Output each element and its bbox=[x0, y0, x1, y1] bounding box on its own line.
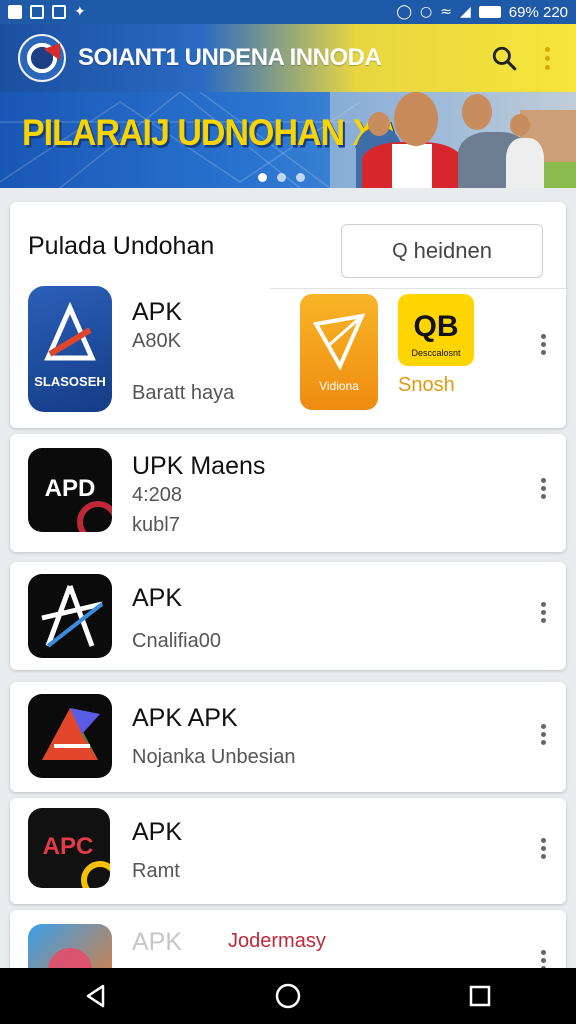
overflow-menu-button[interactable] bbox=[528, 34, 576, 82]
app-icon bbox=[28, 924, 112, 968]
more-vert-icon bbox=[544, 46, 550, 70]
notification-image-icon bbox=[8, 5, 22, 19]
list-item[interactable]: APK Cnalifia00 bbox=[10, 562, 566, 670]
swirl-logo-icon bbox=[48, 948, 92, 968]
banner-person-main-head bbox=[394, 92, 438, 146]
alarm-icon: ○ bbox=[420, 4, 433, 20]
app-name: UPK Maens bbox=[132, 452, 266, 480]
banner-person-head bbox=[368, 112, 390, 136]
banner-person-shirt bbox=[392, 144, 432, 188]
apc-logo-icon: APC bbox=[43, 833, 110, 888]
app-desc: Jodermasy bbox=[228, 930, 326, 952]
signal-icon: ◢ bbox=[460, 4, 471, 20]
pager-dot[interactable] bbox=[296, 173, 305, 182]
more-vert-icon[interactable] bbox=[537, 476, 549, 501]
search-placeholder: heidnen bbox=[413, 238, 492, 263]
app-logo[interactable] bbox=[18, 34, 66, 82]
system-nav-bar bbox=[0, 968, 576, 1024]
banner-person-right-head bbox=[462, 94, 492, 130]
qb-logo-icon: QB Desccalosnt bbox=[411, 310, 461, 358]
svg-text:APC: APC bbox=[43, 833, 94, 860]
search-icon-small: Q bbox=[392, 239, 408, 262]
star-logo-icon bbox=[41, 585, 104, 648]
app-icon: APC bbox=[28, 808, 110, 888]
app-desc: Nojanka Unbesian bbox=[132, 746, 296, 768]
colorful-triangle-icon bbox=[42, 708, 100, 760]
banner-headline: PILARAIJ UDNOHAN XA bbox=[22, 112, 399, 154]
featured-card: Pulada Undohan Q heidnen SLASOSEH APK A8… bbox=[10, 202, 566, 428]
svg-text:SLASOSEH: SLASOSEH bbox=[34, 374, 106, 389]
more-vert-icon[interactable] bbox=[537, 948, 549, 968]
recents-button[interactable] bbox=[450, 968, 510, 1024]
divider bbox=[270, 288, 566, 289]
list-item[interactable]: APK Jodermasy bbox=[10, 910, 566, 968]
app-desc: Cnalifia00 bbox=[132, 630, 221, 652]
banner-pager[interactable] bbox=[258, 173, 305, 182]
home-icon bbox=[275, 983, 301, 1009]
app-name: APK bbox=[132, 818, 183, 846]
section-search-input[interactable]: Q heidnen bbox=[341, 224, 543, 278]
app-icon bbox=[28, 574, 112, 658]
banner-person-far-head bbox=[510, 114, 530, 136]
app-title: SOIANT1 UNDENA INNODA bbox=[78, 44, 382, 71]
svg-text:Desccalosnt: Desccalosnt bbox=[411, 348, 461, 358]
search-icon bbox=[492, 46, 517, 71]
wifi-icon: ≈ bbox=[440, 4, 452, 20]
recents-icon bbox=[469, 985, 491, 1007]
app-name: APK APK bbox=[132, 704, 238, 732]
apd-logo-icon: APD bbox=[45, 475, 112, 532]
app-icon-featured-2[interactable]: Vidiona bbox=[300, 294, 378, 410]
more-vert-icon[interactable] bbox=[537, 836, 549, 861]
list-item[interactable]: APD UPK Maens 4:208 kubl7 bbox=[10, 434, 566, 552]
app-size: A80K bbox=[132, 330, 181, 352]
app-icon: APD bbox=[28, 448, 112, 532]
more-vert-icon[interactable] bbox=[537, 600, 549, 625]
app-desc: Ramt bbox=[132, 860, 180, 882]
svg-text:Vidiona: Vidiona bbox=[319, 379, 359, 393]
promo-banner[interactable]: PILARAIJ UDNOHAN XA bbox=[0, 92, 576, 188]
content-list[interactable]: Pulada Undohan Q heidnen SLASOSEH APK A8… bbox=[0, 188, 576, 968]
search-button[interactable] bbox=[480, 34, 528, 82]
section-title: Pulada Undohan bbox=[28, 232, 215, 260]
pager-dot[interactable] bbox=[258, 173, 267, 182]
battery-icon bbox=[478, 6, 501, 18]
app-caption: Snosh bbox=[398, 374, 455, 396]
notification-app-icon bbox=[52, 5, 66, 19]
svg-text:QB: QB bbox=[414, 310, 459, 343]
do-not-disturb-icon: ◯ bbox=[396, 4, 413, 20]
status-text: 69% 220 bbox=[508, 3, 568, 21]
paper-plane-icon: Vidiona bbox=[312, 313, 366, 393]
notification-gallery-icon bbox=[30, 5, 44, 19]
back-icon bbox=[86, 984, 105, 1008]
back-button[interactable] bbox=[66, 968, 126, 1024]
app-icon bbox=[28, 694, 112, 778]
svg-text:APD: APD bbox=[45, 475, 96, 502]
pager-dot[interactable] bbox=[277, 173, 286, 182]
twitter-icon: ✦ bbox=[74, 4, 86, 20]
app-desc: kubl7 bbox=[132, 514, 180, 536]
app-icon-featured-3[interactable]: QB Desccalosnt bbox=[398, 294, 474, 366]
app-bar: SOIANT1 UNDENA INNODA bbox=[0, 24, 576, 92]
banner-person-far bbox=[506, 138, 544, 188]
triangle-logo-icon: SLASOSEH bbox=[34, 301, 106, 389]
app-meta: 4:208 bbox=[132, 484, 183, 506]
app-name: APK bbox=[132, 584, 183, 612]
app-name: APK bbox=[132, 298, 183, 326]
app-icon-featured-1[interactable]: SLASOSEH bbox=[28, 286, 112, 412]
status-bar: ✦ ◯ ○ ≈ ◢ 69% 220 bbox=[0, 0, 576, 24]
list-item[interactable]: APC APK Ramt bbox=[10, 798, 566, 904]
app-desc: Baratt haya bbox=[132, 382, 235, 404]
more-vert-icon[interactable] bbox=[537, 332, 549, 357]
home-button[interactable] bbox=[258, 968, 318, 1024]
app-name: APK bbox=[132, 928, 183, 956]
list-item[interactable]: APK APK Nojanka Unbesian bbox=[10, 682, 566, 792]
more-vert-icon[interactable] bbox=[537, 722, 549, 747]
